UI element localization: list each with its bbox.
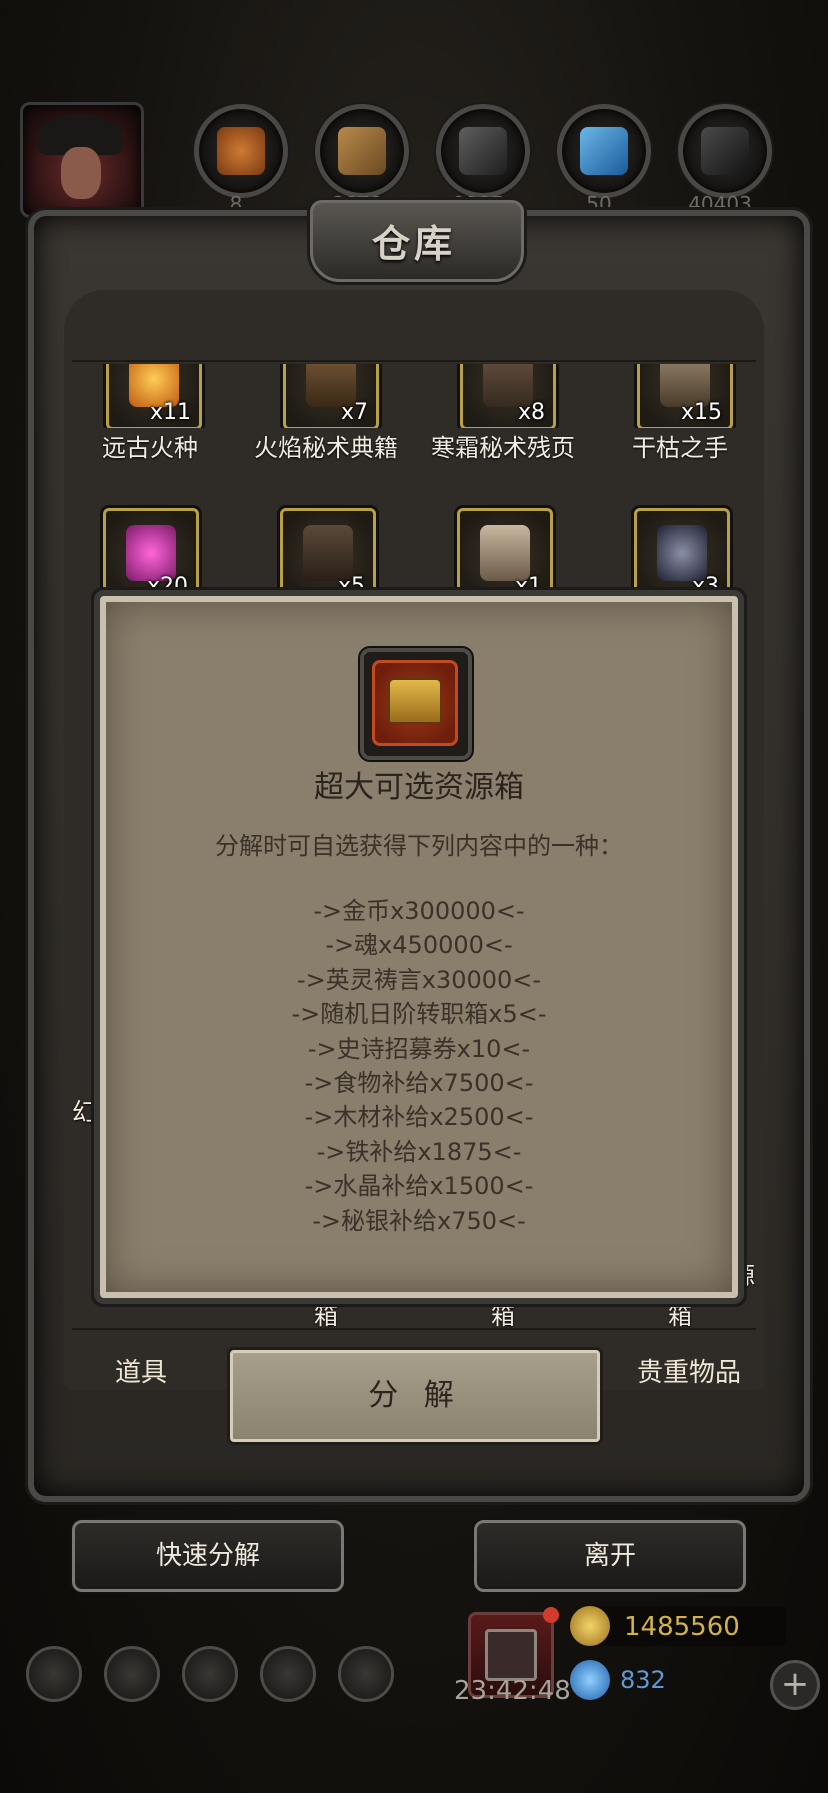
shield-icon[interactable]	[104, 1646, 160, 1702]
gift-icon	[485, 1629, 537, 1681]
mithril-icon[interactable]	[678, 104, 772, 198]
gold-coin-icon	[570, 1606, 610, 1646]
tab-items[interactable]: 道具	[96, 1352, 186, 1389]
chest-icon	[388, 678, 442, 724]
avatar-face	[61, 147, 101, 199]
item-pink-crystal[interactable]: x20	[103, 508, 199, 604]
item-qty: x11	[149, 400, 191, 425]
ore-icon	[657, 525, 707, 581]
gem-icon	[570, 1660, 610, 1700]
dialog-title: 超大可选资源箱	[314, 770, 524, 805]
grid-top-divider	[72, 360, 756, 362]
add-currency-button[interactable]: +	[770, 1660, 820, 1710]
hidden-item-label: 箱	[668, 1302, 692, 1330]
gem-amount: 832	[620, 1666, 666, 1694]
item-fire-tome[interactable]: x7	[283, 364, 379, 428]
item-frost-page[interactable]: x8	[460, 364, 556, 428]
handshake-icon[interactable]	[338, 1646, 394, 1702]
item-puppet[interactable]: x1	[457, 508, 553, 604]
item-ornate-box[interactable]: x5	[280, 508, 376, 604]
hidden-item-label: 幻	[72, 1098, 96, 1126]
dialog-option-list: ->金币x300000<- ->魂x450000<- ->英灵祷言x30000<…	[100, 894, 738, 1238]
mail-icon[interactable]	[260, 1646, 316, 1702]
item-name: 寒霜秘术残页	[431, 434, 575, 462]
player-avatar[interactable]	[20, 102, 144, 218]
option-line: ->随机日阶转职箱x5<-	[291, 1000, 547, 1029]
dialog-description: 分解时可自选获得下列内容中的一种：	[215, 832, 623, 860]
wood-icon[interactable]	[315, 104, 409, 198]
food-icon[interactable]	[194, 104, 288, 198]
item-qty: x15	[680, 400, 722, 425]
castle-icon[interactable]	[182, 1646, 238, 1702]
page-title: 仓库	[371, 222, 456, 266]
gold-amount: 1485560	[624, 1612, 740, 1642]
option-line: ->金币x300000<-	[313, 897, 525, 925]
hidden-item-label: 箱	[314, 1302, 338, 1330]
puppet-icon	[480, 525, 530, 581]
crystal-icon[interactable]	[557, 104, 651, 198]
option-line: ->秘银补给x750<-	[312, 1206, 526, 1235]
hidden-item-label: 箱	[491, 1302, 515, 1330]
event-timer: 23:42:48	[454, 1676, 571, 1706]
item-ancient-flame[interactable]: x11	[106, 364, 202, 428]
option-line: ->魂x450000<-	[325, 931, 513, 960]
tab-decompose[interactable]: 分 解	[230, 1350, 600, 1442]
option-line: ->水晶补给x1500<-	[304, 1172, 534, 1201]
grid-bottom-divider	[72, 1328, 756, 1330]
quick-decompose-button[interactable]: 快速分解	[72, 1520, 344, 1592]
tab-decompose-label: 分 解	[368, 1378, 462, 1413]
iron-icon[interactable]	[436, 104, 530, 198]
option-line: ->铁补给x1875<-	[316, 1137, 522, 1166]
leave-button[interactable]: 离开	[474, 1520, 746, 1592]
option-line: ->史诗招募券x10<-	[307, 1034, 531, 1063]
item-dark-ore[interactable]: x3	[634, 508, 730, 604]
item-qty: x7	[340, 400, 368, 425]
tab-valuables[interactable]: 贵重物品	[624, 1352, 754, 1389]
option-line: ->食物补给x7500<-	[304, 1068, 534, 1097]
item-row-1-clip: x11 x7 x8 x15	[100, 364, 750, 428]
resource-chest-item	[360, 648, 472, 760]
option-line: ->英灵祷言x30000<-	[296, 965, 542, 994]
item-qty: x8	[517, 400, 545, 425]
notification-dot	[543, 1607, 559, 1623]
pink-crystal-icon	[126, 525, 176, 581]
box-icon	[303, 525, 353, 581]
item-withered-hand[interactable]: x15	[637, 364, 733, 428]
item-name: 火焰秘术典籍	[254, 434, 398, 462]
settings-icon[interactable]	[26, 1646, 82, 1702]
item-name: 干枯之手	[632, 434, 728, 462]
option-line: ->木材补给x2500<-	[304, 1103, 534, 1132]
item-name: 远古火种	[102, 434, 198, 462]
